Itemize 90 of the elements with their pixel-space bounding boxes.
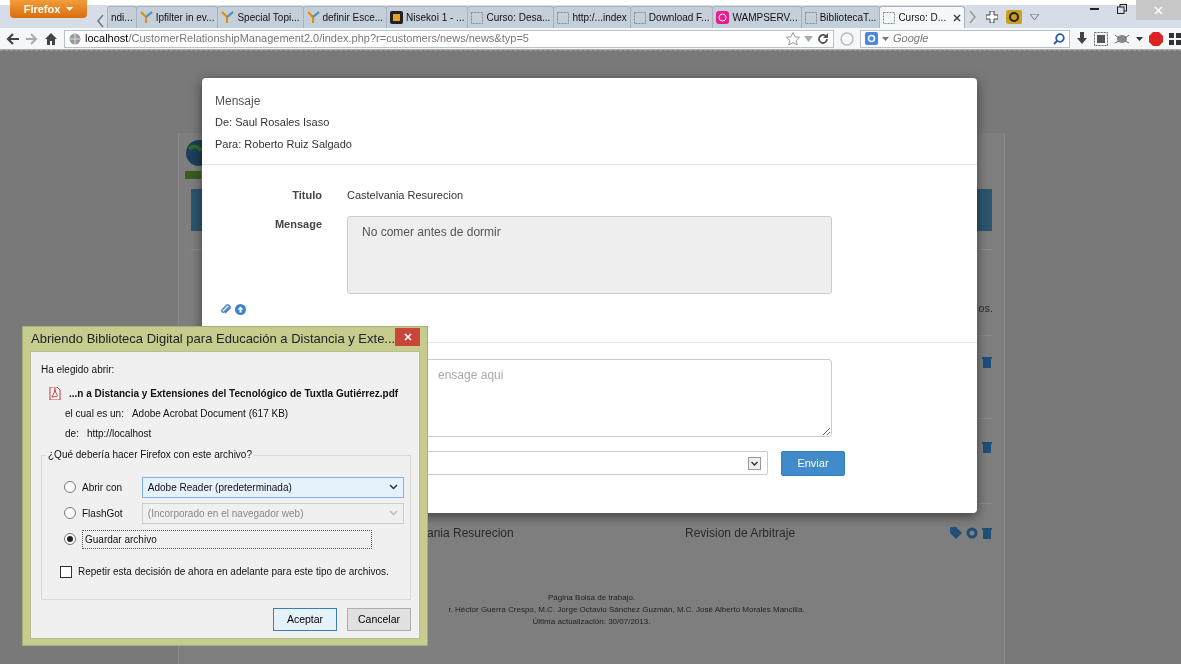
detail-value: Adobe Acrobat Document (617 KB)	[131, 407, 289, 421]
checkbox-label: Repetir esta decisión de ahora en adelante para este tipo de archivos.	[78, 565, 389, 579]
close-icon	[403, 333, 412, 341]
dropdown-icon	[748, 456, 761, 470]
trash-icon[interactable]	[982, 526, 992, 539]
note-icon[interactable]	[1094, 31, 1108, 46]
settings-icon[interactable]	[966, 526, 978, 539]
page-icon	[633, 11, 646, 24]
radio-button[interactable]	[64, 533, 76, 545]
browser-tab[interactable]: Nisekoi 1 - ...	[386, 6, 469, 28]
dialog-button[interactable]: Cancelar	[347, 608, 411, 631]
dialog-close-button[interactable]	[395, 328, 420, 346]
page-icon	[883, 11, 896, 24]
checkbox[interactable]	[60, 565, 72, 578]
app-icon	[716, 11, 730, 24]
intro-text: Ha elegido abrir:	[41, 363, 115, 377]
footer-text: r. Héctor Guerra Crespo, M.C. Jorge Octavio Sánchez Guzmán, M.C. José Alberto Morales Mancilla.	[447, 603, 805, 616]
menu-icon[interactable]	[1169, 32, 1181, 45]
leaf-icon	[221, 11, 235, 24]
page-icon	[804, 11, 817, 24]
radio-button[interactable]	[64, 481, 76, 493]
search-icon[interactable]	[1053, 32, 1065, 45]
browser-tab[interactable]: Curso: D...	[879, 6, 966, 28]
leaf-icon	[139, 11, 153, 24]
caret-icon	[66, 7, 74, 11]
page-icon	[471, 11, 484, 24]
address-bar[interactable]: localhost/CustomerRelationshipManagement2.0/index.php?r=customers/news/news&typ=5	[64, 29, 834, 48]
sender-text: De: Saul Rosales Isaso	[215, 115, 330, 130]
search-placeholder: Google	[893, 31, 930, 47]
caret-icon	[389, 510, 398, 516]
option-label: Abrir con	[82, 480, 123, 495]
table-cell-text: Revision de Arbitraje	[685, 524, 796, 542]
back-icon[interactable]	[6, 32, 20, 45]
recipient-text: Para: Roberto Ruiz Salgado	[215, 136, 352, 152]
detail-label: de:	[65, 427, 79, 441]
table-cell-text: ania Resurecion	[427, 524, 515, 542]
browser-tab[interactable]: Ipfilter in ev...	[135, 6, 219, 28]
field-label: Mensage	[274, 217, 322, 230]
field-label: Titulo	[292, 189, 322, 201]
star-icon[interactable]	[786, 32, 800, 45]
trash-icon[interactable]	[982, 355, 992, 368]
close-icon[interactable]	[953, 13, 962, 22]
caret-icon[interactable]	[1136, 36, 1143, 41]
minimize-icon	[1089, 8, 1099, 10]
browser-tab[interactable]: Special Topi...	[217, 6, 304, 28]
detail-label: el cual es un:	[65, 407, 124, 421]
send-button[interactable]: Enviar	[781, 450, 845, 476]
search-field[interactable]: Google	[860, 29, 1070, 48]
extension-icon[interactable]	[1006, 10, 1023, 24]
scroll-left-icon[interactable]	[95, 14, 107, 28]
upload-icon[interactable]	[235, 303, 246, 315]
close-icon	[1154, 5, 1163, 15]
search-engine-icon[interactable]	[865, 32, 878, 45]
forward-icon[interactable]	[26, 32, 38, 45]
modal-title: Mensaje	[215, 93, 261, 110]
caret-icon	[389, 484, 398, 490]
browser-tab[interactable]: WAMPSERV...	[712, 6, 802, 28]
browser-tab[interactable]: Curso: Desa...	[467, 6, 555, 28]
browser-tab[interactable]: definir Esce...	[302, 6, 388, 28]
bug-icon[interactable]	[1114, 32, 1130, 45]
home-icon[interactable]	[44, 32, 58, 45]
page-text: os.	[978, 301, 993, 316]
leaf-icon	[306, 11, 320, 24]
option-label: FlashGot	[82, 506, 124, 521]
browser-tab[interactable]: http:/...index	[553, 6, 631, 28]
message-textarea: No comer antes de dormir	[347, 215, 832, 294]
app-select[interactable]: Adobe Reader (predeterminada)	[141, 476, 404, 498]
browser-tab[interactable]: ndi...	[107, 6, 137, 28]
url-text: localhost/CustomerRelationshipManagement2.0/index.php?r=customers/news/news&typ=5	[85, 31, 529, 47]
footer-text: Última actualización: 30/07/2013.	[532, 615, 651, 628]
download-icon[interactable]	[1076, 32, 1088, 45]
app-icon	[390, 11, 404, 24]
pdf-icon	[49, 387, 61, 400]
option-label: Guardar archivo	[82, 529, 372, 549]
globe-icon	[69, 32, 81, 45]
trash-icon[interactable]	[982, 440, 992, 453]
page-icon	[557, 11, 570, 24]
field-value: Castelvania Resurecion	[347, 188, 464, 203]
dialog-button[interactable]: Aceptar	[273, 608, 337, 631]
tag-icon[interactable]	[950, 526, 962, 539]
browser-tab[interactable]: BibliotecaT...	[800, 6, 881, 28]
group-title: ¿Qué debería hacer Firefox con este archivo?	[46, 448, 254, 462]
detail-value: http://localhost	[86, 427, 152, 441]
footer-text: Página Bolsa de trabajo.	[547, 591, 636, 604]
paperclip-icon[interactable]	[220, 303, 231, 315]
reload-icon[interactable]	[817, 32, 829, 45]
dialog-title: Abriendo Biblioteca Digital para Educación a Distancia y Exte...	[31, 330, 396, 349]
new-tab-icon[interactable]	[986, 11, 999, 23]
stop-sign-icon[interactable]	[1149, 31, 1163, 46]
browser-tab[interactable]: Download F...	[629, 6, 714, 28]
